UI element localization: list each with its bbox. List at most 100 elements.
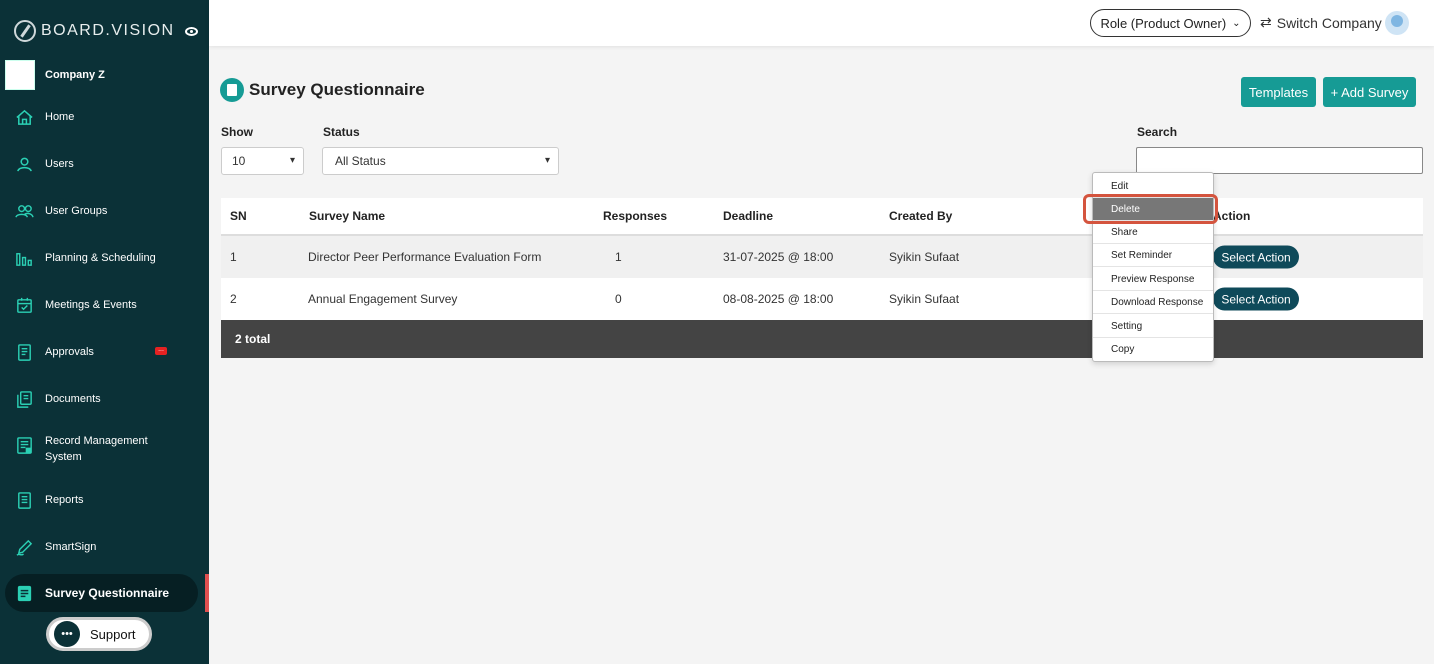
page-title: Survey Questionnaire xyxy=(220,78,425,102)
sidebar-item-approvals[interactable]: Approvals xyxy=(14,342,94,362)
survey-icon xyxy=(14,583,34,603)
user-group-icon xyxy=(14,201,34,221)
highlight-ring xyxy=(1083,194,1218,224)
status-label: Status xyxy=(323,125,360,139)
cell-survey-name: Director Peer Performance Evaluation For… xyxy=(308,250,542,264)
add-survey-button[interactable]: + Add Survey xyxy=(1323,77,1416,107)
cell-deadline: 31-07-2025 @ 18:00 xyxy=(723,250,834,264)
pen-icon xyxy=(14,537,34,557)
company-name: Company Z xyxy=(45,69,105,81)
search-label: Search xyxy=(1137,125,1178,139)
cell-survey-name: Annual Engagement Survey xyxy=(308,292,458,306)
col-sn[interactable]: SN xyxy=(230,209,247,223)
search-input[interactable] xyxy=(1136,147,1423,174)
notification-badge: ... xyxy=(155,346,167,355)
swap-icon: ⇄ xyxy=(1260,14,1272,30)
sidebar-item-planning[interactable]: Planning & Scheduling xyxy=(14,248,156,268)
col-action: Action xyxy=(1213,209,1251,223)
cell-created-by: Syikin Sufaat xyxy=(889,292,960,306)
table-footer: 2 total xyxy=(221,320,1423,358)
sidebar-item-label: SmartSign xyxy=(45,541,97,553)
col-deadline[interactable]: Deadline xyxy=(723,209,773,223)
topbar: Role (Product Owner) ⌄ ⇄ Switch Company xyxy=(209,0,1434,46)
show-select[interactable]: 10 ▾ xyxy=(221,147,304,175)
table-row: 2 Annual Engagement Survey 0 08-08-2025 … xyxy=(221,278,1423,320)
record-icon xyxy=(14,435,34,455)
sidebar-item-reports[interactable]: Reports xyxy=(14,490,84,510)
active-indicator xyxy=(205,574,209,612)
menu-item-download-response[interactable]: Download Response xyxy=(1093,291,1213,314)
report-icon xyxy=(14,490,34,510)
sidebar-item-label: Home xyxy=(45,111,75,123)
documents-icon xyxy=(14,389,34,409)
total-count: 2 total xyxy=(235,332,271,346)
sidebar-item-label: Users xyxy=(45,158,74,170)
home-icon xyxy=(14,107,34,127)
sidebar-item-label: Planning & Scheduling xyxy=(45,252,156,264)
sidebar-item-home[interactable]: Home xyxy=(14,107,74,127)
approval-doc-icon xyxy=(14,342,34,362)
survey-icon xyxy=(220,78,244,102)
menu-item-setting[interactable]: Setting xyxy=(1093,315,1213,338)
cell-sn: 2 xyxy=(230,292,237,306)
status-select[interactable]: All Status ▾ xyxy=(322,147,559,175)
col-responses[interactable]: Responses xyxy=(603,209,667,223)
table-row: 1 Director Peer Performance Evaluation F… xyxy=(221,236,1423,278)
table-header: SN Survey Name Responses Deadline Create… xyxy=(221,198,1423,236)
sidebar-item-user-groups[interactable]: User Groups xyxy=(14,201,107,221)
cell-responses: 0 xyxy=(615,292,622,306)
sidebar-item-label: Record Management System xyxy=(45,435,148,463)
sidebar: BOARD.VISION Company Z Home Users User G… xyxy=(0,0,209,664)
cell-responses: 1 xyxy=(615,250,622,264)
survey-table: SN Survey Name Responses Deadline Create… xyxy=(221,198,1423,358)
sidebar-item-meetings[interactable]: Meetings & Events xyxy=(14,295,137,315)
cell-sn: 1 xyxy=(230,250,237,264)
company-switcher[interactable]: Company Z xyxy=(5,60,105,90)
chevron-down-icon: ▾ xyxy=(544,155,550,166)
cell-created-by: Syikin Sufaat xyxy=(889,250,960,264)
select-action-button[interactable]: Select Action xyxy=(1213,287,1299,311)
sidebar-item-smartsign[interactable]: SmartSign xyxy=(14,537,96,557)
chat-icon: ••• xyxy=(54,621,80,647)
eye-toggle-icon[interactable] xyxy=(185,27,198,36)
support-button[interactable]: ••• Support xyxy=(46,617,152,651)
chevron-down-icon: ▾ xyxy=(289,155,295,166)
sidebar-item-label: Survey Questionnaire xyxy=(45,586,170,600)
sidebar-item-survey[interactable]: Survey Questionnaire xyxy=(14,583,169,603)
sidebar-item-record-management[interactable]: Record Management System xyxy=(14,433,148,465)
bar-chart-icon xyxy=(14,248,34,268)
show-label: Show xyxy=(221,125,253,139)
col-created-by[interactable]: Created By xyxy=(889,209,952,223)
support-label: Support xyxy=(90,626,136,642)
chevron-down-icon: ⌄ xyxy=(1232,17,1241,29)
sidebar-item-label: Documents xyxy=(45,393,101,405)
calendar-icon xyxy=(14,295,34,315)
sidebar-item-documents[interactable]: Documents xyxy=(14,389,101,409)
brand[interactable]: BOARD.VISION xyxy=(14,20,175,42)
sidebar-item-label: Reports xyxy=(45,494,84,506)
templates-button[interactable]: Templates xyxy=(1241,77,1316,107)
role-label: Role (Product Owner) xyxy=(1100,15,1227,31)
sidebar-item-users[interactable]: Users xyxy=(14,154,74,174)
menu-item-share[interactable]: Share xyxy=(1093,221,1213,244)
sidebar-item-label: Meetings & Events xyxy=(45,299,137,311)
page-title-text: Survey Questionnaire xyxy=(249,80,425,99)
role-dropdown[interactable]: Role (Product Owner) ⌄ xyxy=(1090,9,1251,37)
status-value: All Status xyxy=(335,154,386,168)
menu-item-preview-response[interactable]: Preview Response xyxy=(1093,268,1213,291)
company-logo xyxy=(5,60,35,90)
cell-deadline: 08-08-2025 @ 18:00 xyxy=(723,292,834,306)
user-icon xyxy=(14,154,34,174)
board-vision-logo-icon xyxy=(14,20,36,42)
switch-company-label: Switch Company xyxy=(1276,14,1382,31)
col-survey-name[interactable]: Survey Name xyxy=(309,209,385,223)
select-action-button[interactable]: Select Action xyxy=(1213,245,1299,269)
sidebar-item-label: User Groups xyxy=(45,205,108,217)
switch-company-button[interactable]: ⇄ Switch Company xyxy=(1260,14,1382,31)
avatar[interactable] xyxy=(1385,11,1409,35)
menu-item-set-reminder[interactable]: Set Reminder xyxy=(1093,244,1213,267)
show-value: 10 xyxy=(232,154,246,168)
menu-item-copy[interactable]: Copy xyxy=(1093,338,1213,361)
sidebar-item-label: Approvals xyxy=(45,346,94,358)
brand-name: BOARD.VISION xyxy=(41,22,175,39)
